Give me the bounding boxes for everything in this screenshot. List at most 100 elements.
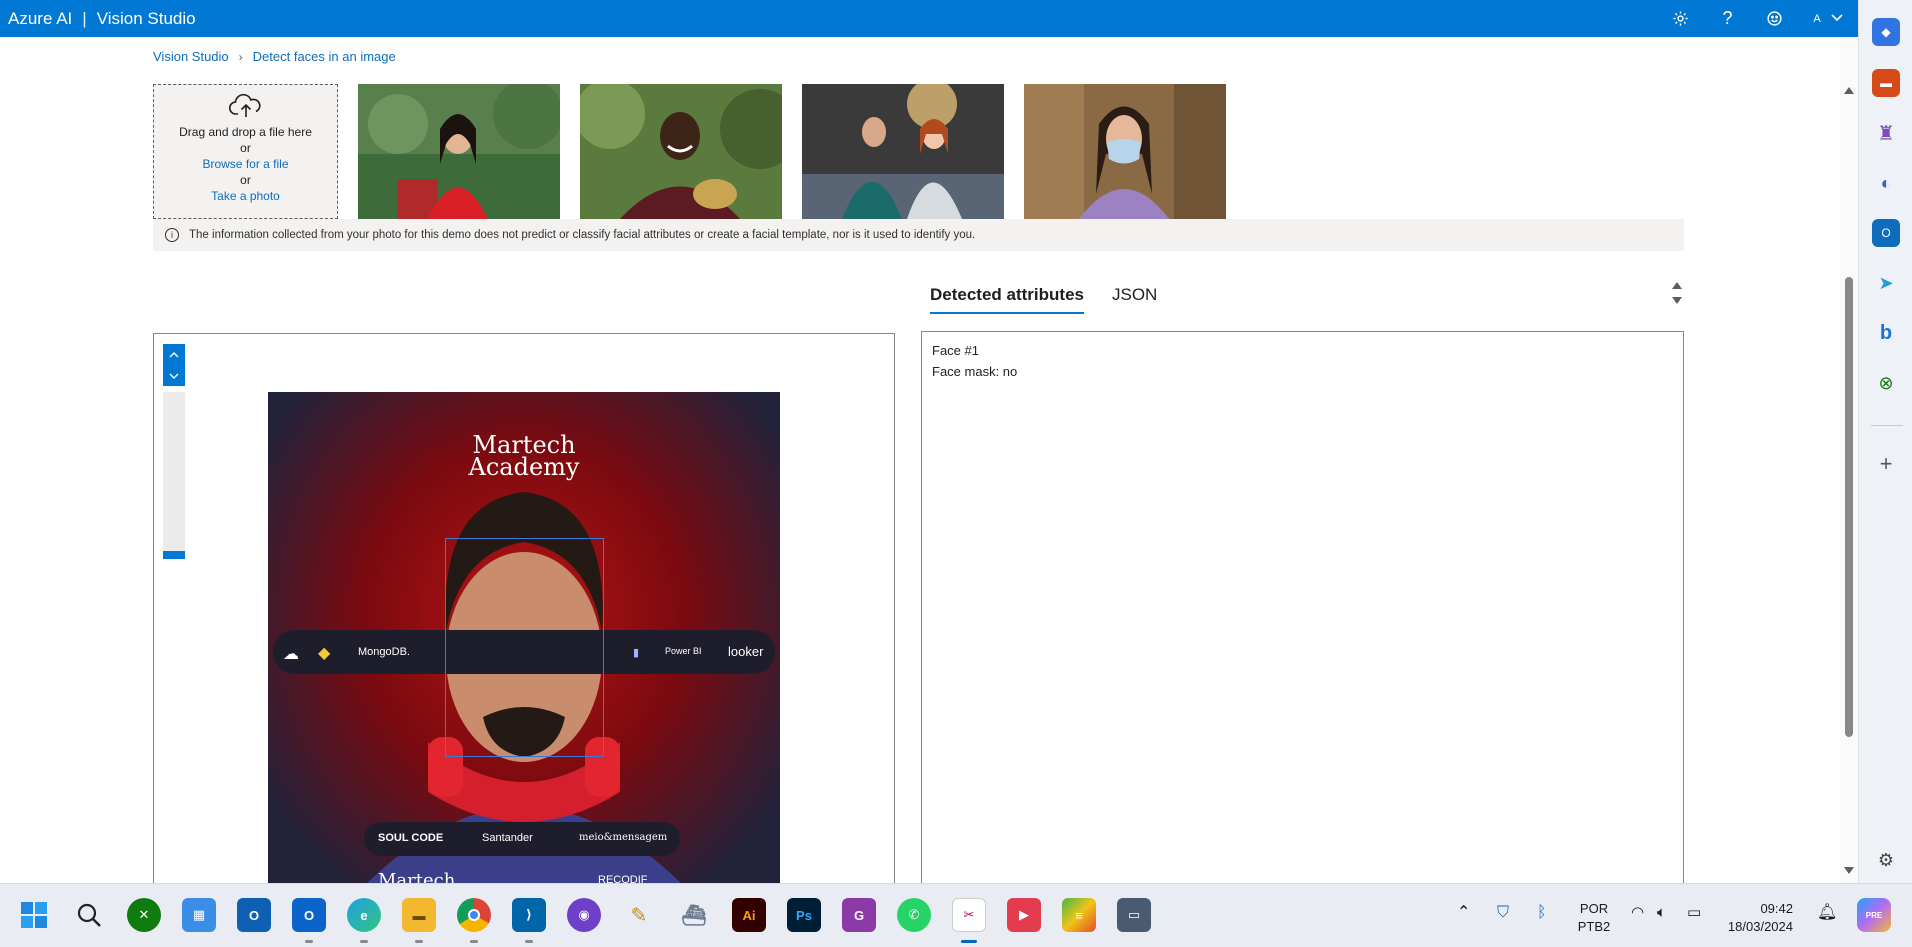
- scroll-down-icon[interactable]: [1672, 297, 1682, 304]
- clipchamp-icon[interactable]: ▶: [1007, 898, 1041, 932]
- scrollbar-thumb[interactable]: [1845, 277, 1853, 737]
- github-icon[interactable]: ◉: [567, 898, 601, 932]
- cloud-upload-icon: [154, 93, 337, 124]
- chevron-up-icon[interactable]: ⌃: [1457, 904, 1470, 922]
- help-icon[interactable]: ?: [1704, 0, 1751, 37]
- mongodb-logo: MongoDB.: [358, 646, 410, 658]
- ship-icon[interactable]: ⛴: [677, 898, 711, 932]
- zoom-in-button[interactable]: [163, 344, 185, 365]
- outlook-icon[interactable]: O: [1872, 219, 1900, 247]
- active-indicator: [961, 940, 977, 943]
- pen-icon[interactable]: ✎: [622, 898, 656, 932]
- running-indicator: [360, 940, 368, 943]
- toolbox-icon[interactable]: ▬: [1872, 69, 1900, 97]
- wifi-icon[interactable]: ◠: [1631, 904, 1644, 922]
- browse-file-link[interactable]: Browse for a file: [154, 156, 337, 172]
- detected-attributes-panel: Face #1 Face mask: no: [921, 331, 1684, 883]
- xbox-icon[interactable]: ⊗: [1872, 369, 1900, 397]
- breadcrumb-root-link[interactable]: Vision Studio: [153, 49, 229, 64]
- file-explorer-icon[interactable]: ▬: [402, 898, 436, 932]
- bluetooth-icon[interactable]: ᛒ: [1537, 904, 1547, 922]
- whatsapp-icon[interactable]: ✆: [897, 898, 931, 932]
- feedback-smiley-icon[interactable]: [1751, 0, 1798, 37]
- image-viewer: Martech Academy ☁ ◆ MongoDB. ▮ Power BI: [153, 333, 895, 883]
- photoshop-icon[interactable]: Ps: [787, 898, 821, 932]
- illustrator-icon[interactable]: Ai: [732, 898, 766, 932]
- page-scrollbar[interactable]: [1840, 37, 1858, 883]
- main-content: Vision Studio › Detect faces in an image…: [0, 37, 1840, 883]
- preview-badge: PRE: [1865, 910, 1883, 920]
- santander-logo: Santander: [482, 832, 533, 844]
- keyboard-layout: PTB2: [1577, 919, 1611, 934]
- face-bounding-box[interactable]: [445, 538, 604, 757]
- product-name: Vision Studio: [96, 8, 196, 28]
- chess-icon[interactable]: ♜: [1872, 119, 1900, 147]
- tabs-scroll-arrows[interactable]: [1670, 280, 1684, 310]
- sample-image-man-smiling[interactable]: [580, 84, 782, 219]
- windows-start-icon[interactable]: [17, 898, 51, 932]
- info-icon: i: [165, 228, 179, 242]
- scroll-up-icon[interactable]: [1844, 87, 1854, 94]
- soulcode-logo: SOUL CODE: [378, 832, 444, 844]
- python-icon: ◆: [318, 645, 331, 662]
- chrome-icon[interactable]: [457, 898, 491, 932]
- shield-icon[interactable]: ⛉: [1497, 904, 1509, 922]
- store-icon[interactable]: ▦: [182, 898, 216, 932]
- settings-icon[interactable]: [1657, 0, 1704, 37]
- scroll-up-icon[interactable]: [1672, 282, 1682, 289]
- privacy-notice-text: The information collected from your phot…: [189, 229, 976, 241]
- windows-taskbar: ✕ ▦ O O e ▬ ⟩ ◉ ✎ ⛴ Ai Ps G ✆ ✂ ▶ ≡ ▭ ⌃ …: [0, 883, 1912, 947]
- zoom-slider-track[interactable]: [163, 392, 185, 557]
- browser-sidebar: ◆ ▬ ♜ ◐ O ➤ b ⊗ + ⚙: [1858, 0, 1912, 883]
- sample-image-two-women[interactable]: [802, 84, 1004, 219]
- scroll-down-icon[interactable]: [1844, 867, 1854, 874]
- file-dropzone[interactable]: Drag and drop a file here or Browse for …: [153, 84, 338, 219]
- breadcrumb-current-link[interactable]: Detect faces in an image: [253, 49, 396, 64]
- volume-icon[interactable]: 🔈︎: [1657, 904, 1666, 922]
- notification-bell-icon[interactable]: 🔔︎: [1817, 904, 1837, 922]
- powerbi-logo: Power BI: [665, 646, 702, 656]
- shirt-text-right: RECODIF: [598, 874, 648, 883]
- outlook-new-icon[interactable]: O: [292, 898, 326, 932]
- terminal-icon[interactable]: ▭: [1117, 898, 1151, 932]
- search-icon[interactable]: [72, 898, 106, 932]
- breadcrumb: Vision Studio › Detect faces in an image: [153, 49, 396, 64]
- bluestacks-icon[interactable]: ≡: [1062, 898, 1096, 932]
- clock[interactable]: 09:42 18/03/2024: [1723, 900, 1793, 936]
- account-initial: A: [1813, 12, 1821, 25]
- vscode-icon[interactable]: ⟩: [512, 898, 546, 932]
- add-icon[interactable]: +: [1872, 450, 1900, 478]
- result-tabs: Detected attributes JSON: [930, 285, 1157, 314]
- battery-icon[interactable]: ▭: [1687, 904, 1701, 922]
- copilot-icon[interactable]: ◐: [1872, 169, 1900, 197]
- zoom-slider-handle[interactable]: [163, 551, 185, 559]
- language-indicator[interactable]: POR PTB2: [1574, 900, 1614, 936]
- running-indicator: [470, 940, 478, 943]
- tag-icon[interactable]: ◆: [1872, 18, 1900, 46]
- xbox-icon[interactable]: ✕: [127, 898, 161, 932]
- sample-image-woman-mask[interactable]: [1024, 84, 1226, 219]
- outlook-icon[interactable]: O: [237, 898, 271, 932]
- drag-drop-text: Drag and drop a file here: [179, 125, 312, 139]
- or-text: or: [240, 173, 251, 187]
- chevron-right-icon: ›: [238, 49, 243, 64]
- chevron-down-icon: [1831, 13, 1843, 25]
- app-header: Azure AI | Vision Studio ? A: [0, 0, 1858, 37]
- pdf-icon[interactable]: G: [842, 898, 876, 932]
- sample-images: [358, 84, 1226, 219]
- tab-json[interactable]: JSON: [1112, 285, 1157, 314]
- privacy-notice: i The information collected from your ph…: [153, 219, 1684, 251]
- tab-detected-attributes[interactable]: Detected attributes: [930, 285, 1084, 314]
- copilot-preview-icon[interactable]: PRE: [1857, 898, 1891, 932]
- sample-image-woman-red-dress[interactable]: [358, 84, 560, 219]
- brand[interactable]: Azure AI | Vision Studio: [0, 9, 196, 29]
- snipping-tool-icon[interactable]: ✂: [952, 898, 986, 932]
- account-menu[interactable]: A: [1798, 0, 1858, 37]
- zoom-out-button[interactable]: [163, 365, 185, 386]
- edge-icon[interactable]: e: [347, 898, 381, 932]
- bing-icon[interactable]: b: [1872, 319, 1900, 347]
- sql-icon: ▮: [633, 647, 640, 659]
- gear-icon[interactable]: ⚙: [1872, 846, 1900, 874]
- take-photo-link[interactable]: Take a photo: [154, 188, 337, 204]
- send-icon[interactable]: ➤: [1872, 269, 1900, 297]
